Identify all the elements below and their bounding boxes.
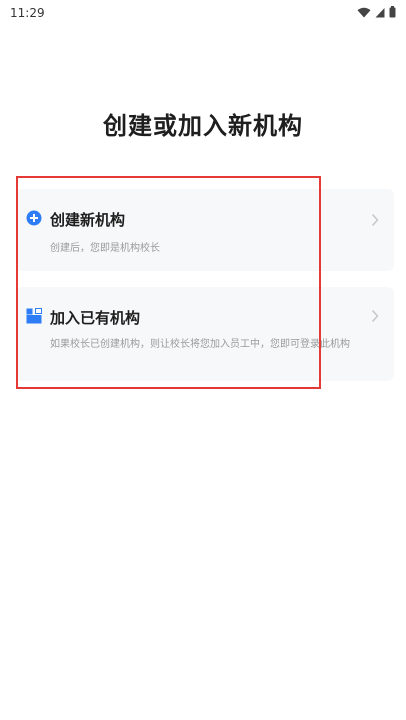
screen: 11:29 创建或加入新机构 创建新机构 创建后，您即是机构校长 加入已有机构 … (0, 0, 406, 720)
status-icons (357, 6, 396, 18)
plus-circle-icon (26, 210, 42, 230)
signal-icon (375, 7, 385, 18)
status-bar: 11:29 (0, 0, 406, 28)
join-org-icon (26, 307, 42, 328)
status-time: 11:29 (10, 6, 45, 20)
chevron-right-icon (370, 212, 380, 226)
battery-icon (389, 6, 396, 18)
create-organization-header: 创建新机构 (26, 209, 125, 230)
join-organization-title: 加入已有机构 (50, 309, 141, 327)
join-organization-header: 加入已有机构 (26, 307, 140, 328)
create-organization-description: 创建后，您即是机构校长 (50, 243, 160, 254)
join-organization-description: 如果校长已创建机构，则让校长将您加入员工中，您即可登录此机构 (50, 339, 350, 350)
create-organization-option[interactable]: 创建新机构 创建后，您即是机构校长 (16, 189, 394, 271)
create-organization-title: 创建新机构 (50, 211, 126, 229)
page-title: 创建或加入新机构 (103, 112, 303, 140)
wifi-icon (357, 7, 371, 18)
join-organization-option[interactable]: 加入已有机构 如果校长已创建机构，则让校长将您加入员工中，您即可登录此机构 (16, 287, 394, 381)
chevron-right-icon (370, 308, 380, 322)
